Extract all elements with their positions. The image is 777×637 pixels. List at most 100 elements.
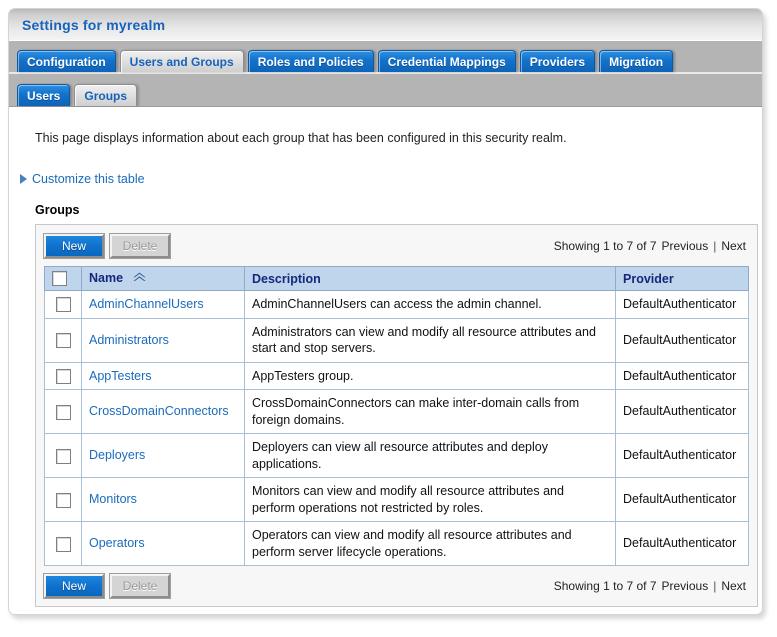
column-header-name-label: Name	[89, 271, 124, 286]
previous-link-top[interactable]: Previous	[662, 239, 709, 253]
section-title: Groups	[35, 203, 80, 217]
column-header-description[interactable]: Description	[244, 265, 616, 292]
tab-label: Configuration	[27, 55, 106, 69]
row-checkbox[interactable]	[55, 448, 71, 464]
primary-tab-providers[interactable]: Providers	[519, 50, 596, 72]
row-select-cell	[44, 317, 82, 363]
group-description-cell: Operators can view and modify all resour…	[244, 521, 616, 567]
group-name-cell: AppTesters	[81, 361, 245, 391]
group-description-cell: Deployers can view all resource attribut…	[244, 433, 616, 479]
groups-table-body: AdminChannelUsers AdminChannelUsers can a…	[44, 290, 749, 567]
group-name-link[interactable]: Deployers	[89, 448, 145, 462]
toolbar-buttons-bottom: New Delete	[43, 573, 171, 600]
tab-label: Credential Mappings	[387, 55, 506, 69]
page-title: Settings for myrealm	[22, 16, 166, 33]
group-description-cell: Administrators can view and modify all r…	[244, 317, 616, 363]
triangle-right-icon	[20, 174, 27, 184]
primary-tab-list: Configuration Users and Groups Roles and P…	[17, 46, 762, 72]
new-button-top[interactable]: New	[43, 233, 105, 259]
secondary-tab-list: Users Groups	[17, 79, 762, 106]
next-link-bottom[interactable]: Next	[721, 579, 746, 593]
row-select-cell	[44, 361, 82, 391]
content-area: This page displays information about eac…	[9, 107, 762, 614]
group-name-link[interactable]: AdminChannelUsers	[89, 297, 204, 311]
table-row: CrossDomainConnectors CrossDomainConnecto…	[44, 389, 749, 435]
row-select-cell	[44, 433, 82, 479]
group-name-cell: CrossDomainConnectors	[81, 389, 245, 435]
secondary-tab-groups[interactable]: Groups	[74, 84, 138, 106]
groups-table: Name Description Provider AdminChannelUs…	[44, 265, 749, 567]
tab-label: Users and Groups	[129, 55, 234, 69]
pagination-separator-top: |	[713, 239, 717, 253]
group-name-link[interactable]: Administrators	[89, 333, 169, 347]
groups-table-container: New Delete Showing 1 to 7 of 7 Previous …	[35, 224, 758, 608]
table-row: Administrators Administrators can view an…	[44, 317, 749, 363]
row-checkbox[interactable]	[55, 492, 71, 508]
table-row: Deployers Deployers can view all resource…	[44, 433, 749, 479]
row-select-cell	[44, 521, 82, 567]
primary-tab-credential-mappings[interactable]: Credential Mappings	[377, 50, 516, 72]
intro-text: This page displays information about eac…	[35, 131, 567, 145]
group-name-link[interactable]: AppTesters	[89, 369, 152, 383]
group-description-cell: Monitors can view and modify all resourc…	[244, 477, 616, 523]
showing-count-top: Showing 1 to 7 of 7	[553, 239, 657, 253]
table-toolbar-bottom: New Delete Showing 1 to 7 of 7 Previous …	[43, 573, 749, 600]
group-description-cell: CrossDomainConnectors can make inter-dom…	[244, 389, 616, 435]
delete-button-bottom: Delete	[109, 573, 171, 600]
group-description-cell: AppTesters group.	[244, 361, 616, 391]
table-toolbar-top: New Delete Showing 1 to 7 of 7 Previous …	[43, 233, 749, 259]
table-row: Monitors Monitors can view and modify all…	[44, 477, 749, 523]
group-description-cell: AdminChannelUsers can access the admin c…	[244, 290, 616, 319]
group-provider-cell: DefaultAuthenticator	[615, 361, 749, 391]
group-name-link[interactable]: Operators	[89, 536, 145, 550]
secondary-tabstrip: Users Groups	[9, 74, 762, 107]
group-name-cell: Administrators	[81, 317, 245, 363]
select-all-checkbox[interactable]	[52, 271, 67, 287]
secondary-tab-users[interactable]: Users	[17, 84, 71, 106]
group-provider-cell: DefaultAuthenticator	[615, 433, 749, 479]
primary-tab-configuration[interactable]: Configuration	[17, 50, 116, 72]
row-checkbox[interactable]	[55, 368, 71, 384]
row-select-cell	[44, 290, 82, 319]
row-checkbox[interactable]	[55, 333, 71, 349]
settings-panel: Settings for myrealm Configuration Users …	[8, 8, 763, 615]
group-name-cell: Monitors	[81, 477, 245, 523]
toolbar-buttons-top: New Delete	[43, 233, 171, 259]
tab-label: Providers	[529, 55, 586, 69]
tab-label: Roles and Policies	[257, 55, 364, 69]
table-header-row: Name Description Provider	[44, 265, 749, 292]
group-provider-cell: DefaultAuthenticator	[615, 389, 749, 435]
group-provider-cell: DefaultAuthenticator	[615, 317, 749, 363]
groups-table-head: Name Description Provider	[44, 265, 749, 292]
sort-ascending-icon	[132, 271, 147, 285]
row-checkbox[interactable]	[55, 404, 71, 420]
group-name-cell: Operators	[81, 521, 245, 567]
row-select-cell	[44, 389, 82, 435]
tab-label: Migration	[609, 55, 664, 69]
column-header-name[interactable]: Name	[81, 265, 245, 292]
tab-label: Groups	[84, 89, 128, 103]
primary-tab-users-and-groups[interactable]: Users and Groups	[119, 50, 244, 72]
tab-label: Users	[27, 89, 61, 103]
previous-link-bottom[interactable]: Previous	[662, 579, 709, 593]
primary-tab-roles-and-policies[interactable]: Roles and Policies	[247, 50, 374, 72]
customize-this-table-link[interactable]: Customize this table	[20, 172, 145, 186]
pagination-top: Showing 1 to 7 of 7 Previous | Next	[554, 239, 749, 253]
window-titlebar: Settings for myrealm	[9, 9, 762, 41]
table-row: AdminChannelUsers AdminChannelUsers can a…	[44, 290, 749, 319]
pagination-separator-bottom: |	[713, 579, 717, 594]
delete-button-top: Delete	[109, 233, 171, 259]
row-checkbox[interactable]	[55, 536, 71, 552]
customize-link-label: Customize this table	[32, 172, 145, 186]
group-name-link[interactable]: CrossDomainConnectors	[89, 404, 229, 418]
column-header-provider[interactable]: Provider	[615, 265, 749, 292]
new-button-bottom[interactable]: New	[43, 573, 105, 600]
app-screen: Settings for myrealm Configuration Users …	[0, 0, 777, 637]
primary-tab-migration[interactable]: Migration	[599, 50, 674, 72]
group-provider-cell: DefaultAuthenticator	[615, 477, 749, 523]
row-checkbox[interactable]	[55, 297, 71, 313]
showing-count-bottom: Showing 1 to 7 of 7	[553, 579, 657, 594]
table-row: AppTesters AppTesters group. DefaultAuthen…	[44, 361, 749, 391]
next-link-top[interactable]: Next	[721, 239, 746, 253]
group-name-link[interactable]: Monitors	[89, 492, 137, 506]
